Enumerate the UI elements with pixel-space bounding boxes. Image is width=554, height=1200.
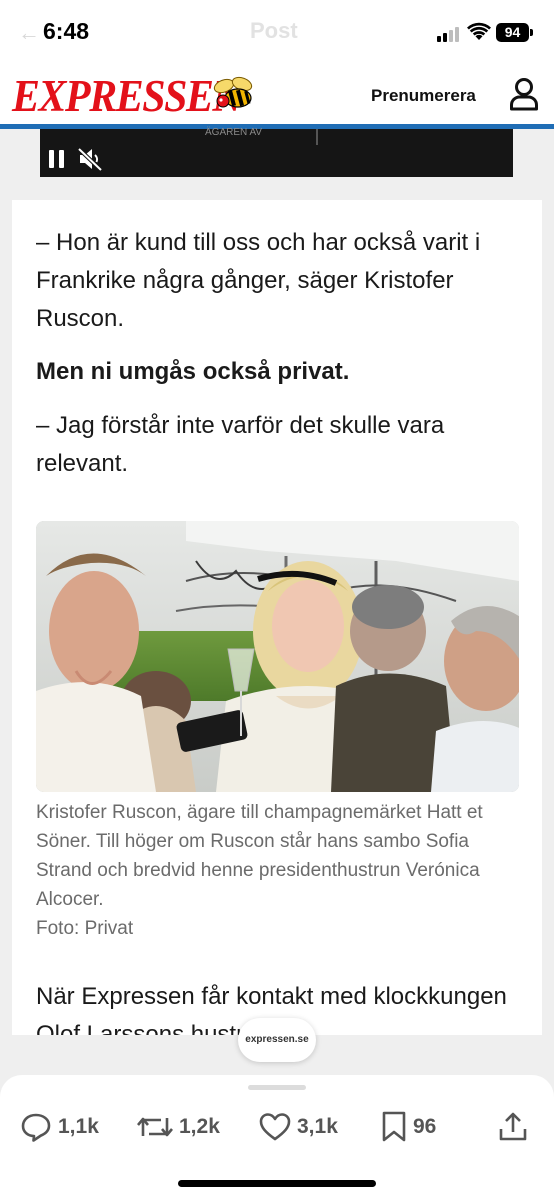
- party-photo-illustration: [36, 521, 519, 792]
- article-paragraph: – Jag förstår inte varför det skulle var…: [36, 412, 445, 477]
- logo-text: EXPRESSEN: [12, 71, 243, 121]
- home-indicator[interactable]: [178, 1180, 376, 1187]
- share-icon: [499, 1112, 527, 1141]
- video-caption-fragment: ÄGAREN AV: [205, 127, 263, 138]
- ghost-page-title: Post: [250, 18, 298, 43]
- reply-button[interactable]: 1,1k: [20, 1111, 99, 1143]
- repost-icon: [137, 1117, 173, 1137]
- status-bar: ← 6:48 Post 94: [0, 0, 554, 64]
- like-count: 3,1k: [297, 1115, 338, 1138]
- photo-caption-text: Kristofer Ruscon, ägare till champagnemä…: [36, 802, 483, 910]
- repost-button[interactable]: 1,2k: [137, 1111, 220, 1143]
- sheet-grabber[interactable]: [248, 1085, 306, 1090]
- share-button[interactable]: [498, 1111, 528, 1143]
- photo-caption: Kristofer Ruscon, ägare till champagnemä…: [36, 798, 520, 943]
- article-paragraph: – Hon är kund till oss och har också var…: [36, 229, 481, 332]
- domain-pill[interactable]: expressen.se: [238, 1018, 316, 1062]
- wifi-icon: [467, 22, 491, 40]
- article-question: Men ni umgås också privat.: [36, 358, 350, 385]
- reply-icon: [21, 1113, 51, 1142]
- video-player[interactable]: ÄGAREN AV: [40, 127, 513, 177]
- user-icon[interactable]: [509, 77, 539, 111]
- status-time: 6:48: [43, 18, 90, 44]
- battery-tip: [530, 29, 533, 36]
- wasp-logo-icon: [213, 76, 253, 108]
- bookmark-button[interactable]: 96: [381, 1111, 436, 1143]
- article-photo[interactable]: [36, 521, 519, 792]
- site-header: EXPRESSEN Prenumerera: [0, 64, 554, 125]
- repost-count: 1,2k: [179, 1115, 220, 1138]
- video-scrub-marker: [316, 129, 318, 145]
- bookmark-icon: [382, 1111, 406, 1142]
- like-button[interactable]: 3,1k: [259, 1111, 338, 1143]
- back-arrow-icon: ←: [18, 20, 40, 45]
- bookmark-count: 96: [413, 1115, 437, 1138]
- photo-credit: Foto: Privat: [36, 918, 134, 939]
- reply-count: 1,1k: [58, 1115, 99, 1138]
- pause-icon[interactable]: [47, 149, 67, 169]
- mute-icon[interactable]: [76, 146, 104, 172]
- battery-icon: 94: [496, 23, 529, 42]
- article-card: – Hon är kund till oss och har också var…: [12, 200, 542, 1035]
- like-icon: [259, 1113, 291, 1141]
- subscribe-link[interactable]: Prenumerera: [371, 86, 476, 106]
- signal-icon: [437, 26, 463, 42]
